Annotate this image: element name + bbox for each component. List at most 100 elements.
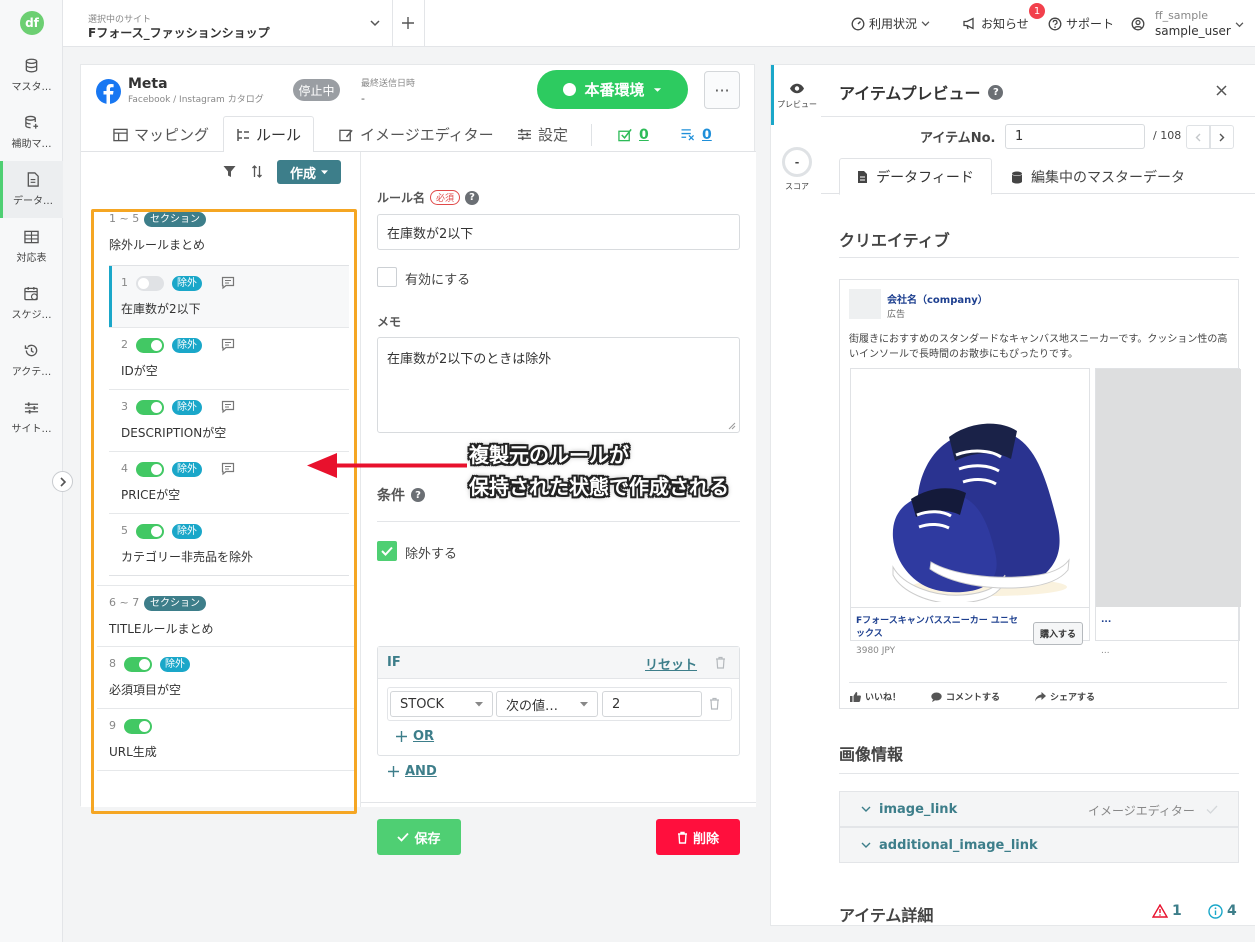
- nav-item-activity[interactable]: アクテ…: [0, 332, 63, 389]
- rule-row[interactable]: 5 除外 カテゴリー非売品を除外: [109, 514, 349, 575]
- prev-item-button[interactable]: [1186, 125, 1210, 149]
- nav-item-label: マスタ…: [11, 82, 52, 93]
- accordion-additional-image-link[interactable]: additional_image_link: [839, 827, 1239, 863]
- buy-button[interactable]: 購入する: [1033, 622, 1083, 645]
- help-icon[interactable]: ?: [988, 84, 1004, 100]
- nav-item-schedule[interactable]: スケジ…: [0, 275, 63, 332]
- comment-icon[interactable]: [221, 276, 235, 290]
- carousel-card-2[interactable]: ... ...: [1095, 368, 1241, 656]
- accordion-image-link[interactable]: image_link イメージエディター: [839, 791, 1239, 827]
- value-input[interactable]: 2: [602, 691, 702, 717]
- exclude-tag: 除外: [160, 657, 190, 672]
- exclude-checkbox[interactable]: [377, 541, 397, 561]
- chevron-down-icon[interactable]: [1235, 22, 1244, 28]
- section-row[interactable]: 1 ~ 5 セクション 除外ルールまとめ: [97, 202, 357, 265]
- nav-item-mapping-table[interactable]: 対応表: [0, 218, 63, 275]
- warning-count[interactable]: 1: [1152, 903, 1182, 919]
- nav-item-site-settings[interactable]: サイト…: [0, 389, 63, 446]
- comment-button[interactable]: コメントする: [931, 690, 1000, 703]
- usage-menu[interactable]: 利用状況: [851, 15, 930, 32]
- tab-master-data[interactable]: 編集中のマスターデータ: [1011, 167, 1185, 187]
- info-count[interactable]: 4: [1208, 903, 1237, 919]
- carousel-card[interactable]: Fフォースキャンバススニーカー ユニセックス 3980 JPY 購入する: [850, 368, 1090, 656]
- rule-row-selected[interactable]: 1 除外 在庫数が2以下: [109, 266, 349, 328]
- memo-textarea[interactable]: 在庫数が2以下のときは除外: [377, 337, 740, 433]
- info-icon: [1208, 903, 1223, 919]
- save-button[interactable]: 保存: [377, 819, 461, 855]
- rule-row[interactable]: 3 除外 DESCRIPTIONが空: [109, 390, 349, 452]
- create-button[interactable]: 作成: [277, 160, 341, 184]
- chevron-down-icon: [861, 806, 871, 812]
- share-button[interactable]: シェアする: [1035, 690, 1095, 703]
- tab-image-editor[interactable]: イメージエディター: [327, 116, 506, 153]
- support-menu[interactable]: サポート: [1048, 15, 1114, 32]
- environment-button[interactable]: 本番環境: [537, 70, 688, 109]
- filter-icon[interactable]: [223, 165, 236, 178]
- company-avatar: [849, 289, 881, 319]
- help-icon[interactable]: ?: [411, 488, 425, 502]
- section-row[interactable]: 6 ~ 7 セクション TITLEルールまとめ: [97, 585, 357, 647]
- add-or-button[interactable]: OR: [396, 729, 434, 744]
- help-icon[interactable]: ?: [465, 190, 480, 205]
- tab-mapping[interactable]: マッピング: [101, 116, 221, 153]
- item-no-input[interactable]: 1: [1005, 124, 1145, 149]
- add-site-icon[interactable]: [402, 17, 414, 29]
- rule-toggle[interactable]: [136, 524, 164, 539]
- resize-handle-icon[interactable]: [728, 422, 736, 430]
- comment-icon[interactable]: [221, 400, 235, 414]
- annotation-arrow-icon: [307, 453, 467, 478]
- sort-icon[interactable]: [251, 165, 263, 178]
- exclude-tag: 除外: [172, 338, 202, 353]
- user-name[interactable]: sample_user: [1155, 24, 1231, 38]
- rule-toggle[interactable]: [136, 462, 164, 477]
- rule-row[interactable]: 8 除外 必須項目が空: [97, 647, 357, 709]
- more-button[interactable]: ···: [704, 71, 740, 109]
- delete-button[interactable]: 削除: [656, 819, 740, 855]
- comment-icon[interactable]: [221, 462, 235, 476]
- site-selector-name[interactable]: Fフォース_ファッションショップ: [88, 24, 270, 41]
- chevron-right-icon: [1219, 133, 1225, 141]
- close-icon[interactable]: [1216, 85, 1227, 96]
- rule-toggle[interactable]: [124, 657, 152, 672]
- rail-score-button[interactable]: - スコア: [771, 147, 823, 192]
- nav-item-datafeed[interactable]: データ…: [0, 161, 63, 218]
- sidebar-expand-button[interactable]: [52, 471, 73, 492]
- like-button[interactable]: いいね！: [850, 690, 901, 703]
- section-name: 除外ルールまとめ: [109, 238, 206, 252]
- chevron-left-icon: [1195, 133, 1201, 141]
- reset-link[interactable]: リセット: [645, 654, 697, 673]
- rule-number: 9: [109, 719, 116, 732]
- rule-toggle[interactable]: [136, 276, 164, 291]
- tab-invalid-count[interactable]: 0: [668, 116, 724, 153]
- news-menu[interactable]: お知らせ: [963, 15, 1029, 32]
- chevron-down-icon: [861, 842, 871, 848]
- operator-select[interactable]: 次の値…: [496, 691, 598, 717]
- nav-item-master[interactable]: マスタ…: [0, 47, 63, 104]
- field-select[interactable]: STOCK: [390, 691, 493, 717]
- tab-valid-count[interactable]: 0: [606, 116, 661, 153]
- trash-icon[interactable]: [709, 697, 720, 710]
- trash-icon[interactable]: [715, 656, 726, 669]
- divider: [849, 682, 1227, 683]
- left-nav: df マスタ… 補助マ… データ… 対応表 スケジ… アクテ… サイト…: [0, 0, 63, 942]
- rail-preview-button[interactable]: プレビュー: [771, 83, 823, 110]
- nav-item-aux-master[interactable]: 補助マ…: [0, 104, 63, 161]
- rule-row[interactable]: 9 URL生成: [97, 709, 357, 771]
- enable-checkbox[interactable]: [377, 267, 397, 287]
- rule-toggle[interactable]: [136, 400, 164, 415]
- next-item-button[interactable]: [1210, 125, 1234, 149]
- tab-data-feed[interactable]: データフィード: [839, 158, 992, 195]
- rule-list-toolbar: 作成: [81, 152, 361, 194]
- rule-name-input[interactable]: 在庫数が2以下: [377, 214, 740, 250]
- chevron-down-icon[interactable]: [370, 20, 380, 27]
- tab-label: ルール: [256, 126, 302, 144]
- user-icon[interactable]: [1131, 17, 1145, 31]
- tab-rules[interactable]: ルール: [223, 116, 315, 153]
- tab-settings[interactable]: 設定: [505, 116, 580, 153]
- product-price-2: ...: [1101, 646, 1110, 656]
- rule-row[interactable]: 2 除外 IDが空: [109, 328, 349, 390]
- comment-icon[interactable]: [221, 338, 235, 352]
- rule-toggle[interactable]: [124, 719, 152, 734]
- and-action[interactable]: AND: [388, 764, 437, 779]
- rule-toggle[interactable]: [136, 338, 164, 353]
